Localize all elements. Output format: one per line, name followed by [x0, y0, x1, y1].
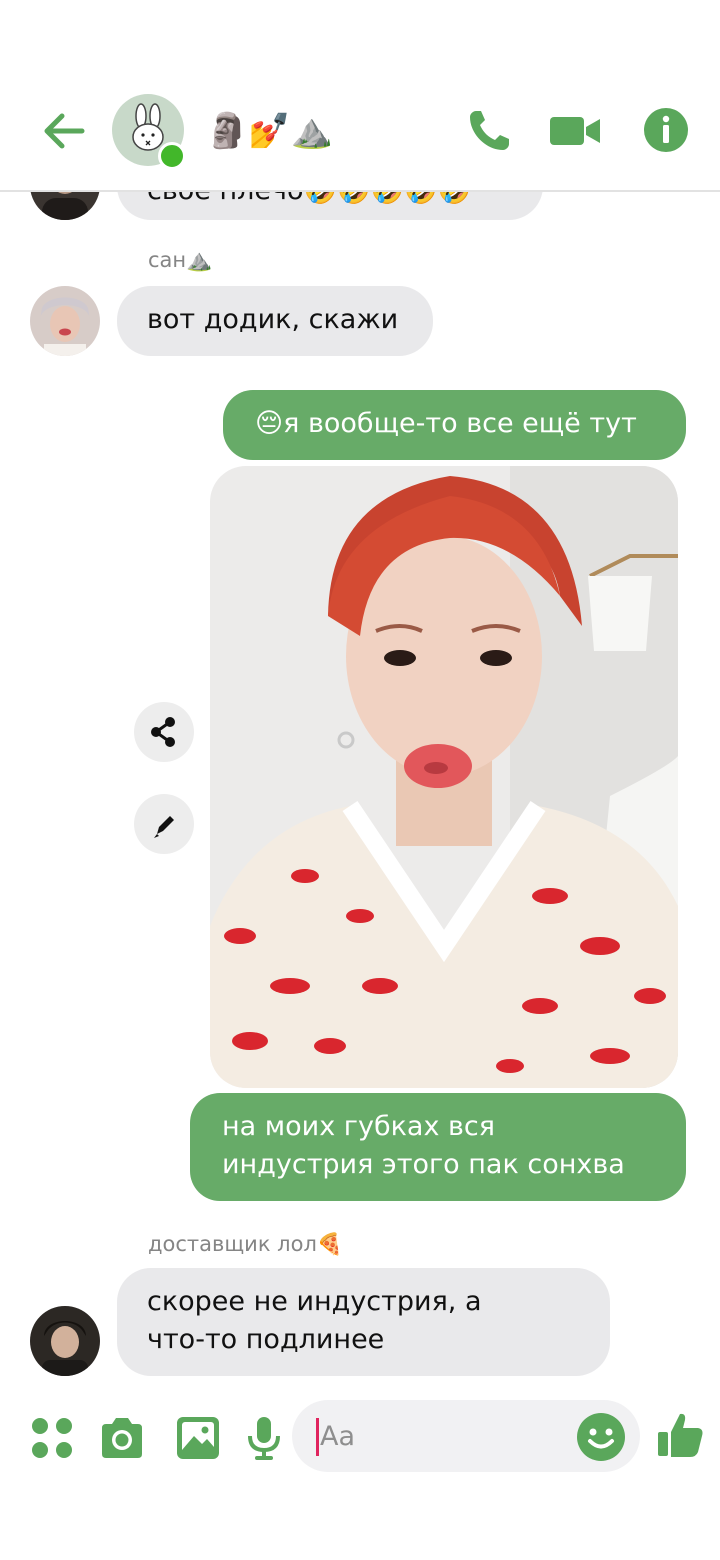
avatar[interactable] [30, 286, 100, 356]
message-text-line: что-то подлинее [147, 1324, 385, 1355]
info-icon[interactable] [642, 106, 690, 154]
message-text: вот додик, скажи [147, 304, 399, 335]
apps-grid-icon[interactable] [28, 1414, 76, 1462]
online-status-dot [158, 142, 186, 170]
message-input-placeholder: Aa [320, 1421, 356, 1452]
emoji-icon[interactable] [576, 1412, 626, 1462]
message-text-line: скорее не индустрия, а [147, 1286, 482, 1317]
selfie-photo [210, 466, 678, 1088]
back-arrow-icon[interactable] [38, 106, 88, 156]
text-caret [316, 1418, 319, 1456]
chat-header: 🗿💅⛰️ [0, 0, 720, 192]
message-bubble[interactable]: вот додик, скажи [117, 286, 433, 356]
sender-name: доставщик лол🍕 [148, 1232, 344, 1256]
camera-icon[interactable] [98, 1414, 146, 1462]
share-button[interactable] [134, 702, 194, 762]
video-call-icon[interactable] [550, 106, 600, 156]
avatar[interactable] [30, 1306, 100, 1376]
message-text-line: индустрия этого пак сонхва [222, 1149, 625, 1180]
photo-message[interactable] [210, 466, 678, 1088]
sender-name: сан⛰️ [148, 248, 213, 272]
message-text: 😔я вообще-то все ещё тут [255, 408, 637, 439]
edit-button[interactable] [134, 794, 194, 854]
message-bubble-outgoing[interactable]: на моих губках вся индустрия этого пак с… [190, 1093, 686, 1201]
microphone-icon[interactable] [240, 1414, 288, 1462]
edit-pencil-icon [154, 816, 174, 838]
share-icon [151, 717, 175, 747]
chat-title[interactable]: 🗿💅⛰️ [206, 110, 333, 152]
message-bubble-outgoing[interactable]: 😔я вообще-то все ещё тут [223, 390, 686, 460]
message-bubble[interactable]: скорее не индустрия, а что-то подлинее [117, 1268, 610, 1376]
phone-icon[interactable] [464, 106, 514, 156]
message-text-line: на моих губках вся [222, 1111, 496, 1142]
thumbs-up-icon[interactable] [656, 1410, 706, 1460]
gallery-icon[interactable] [174, 1414, 222, 1462]
